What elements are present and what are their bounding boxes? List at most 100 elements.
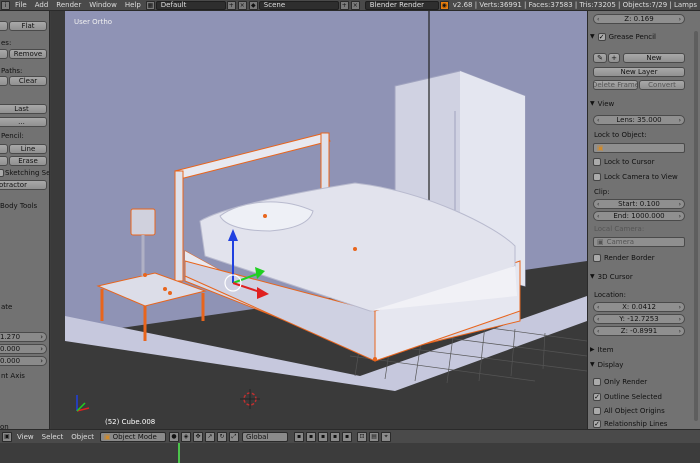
render-engine-select[interactable]: Blender Render — [364, 0, 439, 10]
body-tools-header: Body Tools — [0, 202, 38, 210]
screen-layout-select[interactable]: Default — [155, 0, 226, 10]
new-layer-button[interactable]: New Layer — [593, 67, 685, 77]
all-object-origins-checkbox[interactable] — [593, 407, 601, 415]
repeat-last-button[interactable]: Last — [0, 104, 47, 114]
right-arrow-icon: › — [40, 357, 43, 365]
menu-add[interactable]: Add — [31, 1, 53, 9]
menu-window[interactable]: Window — [85, 1, 121, 9]
protractor-button[interactable]: otractor — [0, 180, 47, 190]
remove-button[interactable]: Remove — [9, 49, 47, 59]
headboard-post-right — [320, 132, 330, 194]
editor-type-icon[interactable]: ▣ — [2, 431, 12, 442]
3d-viewport[interactable]: User Ortho (52) Cube.008 — [65, 11, 587, 429]
local-camera-field[interactable]: ▣ Camera — [593, 237, 685, 247]
clip-end-field[interactable]: ‹ End: 1000.000 › — [593, 211, 685, 221]
remove-scene-icon[interactable]: × — [350, 0, 360, 10]
value-field-2[interactable]: 0.000 › — [0, 344, 47, 354]
layer-buttons-icon[interactable]: ▪ — [318, 431, 329, 442]
scene-select[interactable]: Scene — [258, 0, 339, 10]
collapse-triangle-icon: ▼ — [590, 33, 595, 40]
clear-button[interactable]: Clear — [9, 76, 47, 86]
sketching-checkbox[interactable] — [0, 169, 4, 177]
only-render-checkbox[interactable] — [593, 378, 601, 386]
history-button[interactable]: ... — [0, 117, 47, 127]
pivot-point-icon[interactable]: ◈ — [181, 431, 192, 442]
only-render-label: Only Render — [604, 378, 648, 386]
item-header[interactable]: ▶ Item — [590, 344, 685, 355]
render-border-checkbox[interactable] — [593, 254, 601, 262]
3d-view-header: ▣ View Select Object ▣ Object Mode ● ◈ ✥ … — [0, 429, 700, 443]
collapse-triangle-icon: ▼ — [590, 273, 595, 280]
lock-icon[interactable]: ⊡ — [357, 431, 368, 442]
path-button[interactable] — [0, 76, 8, 86]
menu-file[interactable]: File — [11, 1, 31, 9]
clip-start-field[interactable]: ‹ Start: 0.100 › — [593, 199, 685, 209]
z-location-field[interactable]: ‹ Z: 0.169 › — [593, 14, 685, 24]
viewport-shading-icon[interactable]: ● — [169, 431, 180, 442]
current-frame-marker[interactable] — [178, 443, 180, 463]
menu-object[interactable]: Object — [67, 433, 98, 441]
timeline-strip[interactable] — [0, 443, 700, 463]
camera-icon: ▣ — [597, 238, 604, 246]
pencil-datablock-icon[interactable]: ✎ — [593, 53, 607, 63]
layer-buttons-icon[interactable]: ▪ — [342, 431, 353, 442]
snap-icon[interactable]: ⌖ — [381, 431, 392, 442]
scene-icon[interactable]: ◆ — [248, 0, 258, 10]
menu-render[interactable]: Render — [52, 1, 85, 9]
remove-screen-icon[interactable]: × — [237, 0, 247, 10]
layer-buttons-icon[interactable]: ▪ — [306, 431, 317, 442]
scene-stats: v2.68 | Verts:36991 | Faces:37583 | Tris… — [452, 1, 698, 9]
layer-buttons-icon[interactable]: ▪ — [294, 431, 305, 442]
right-arrow-icon: › — [678, 327, 681, 335]
new-grease-pencil-button[interactable]: New — [623, 53, 685, 63]
orientation-select[interactable]: Global — [242, 431, 289, 442]
grease-pencil-header[interactable]: ▼ ✓ Grease Pencil — [590, 31, 685, 42]
render-preview-icon[interactable]: ▤ — [369, 431, 380, 442]
rotate-manipulator-icon[interactable]: ↻ — [217, 431, 228, 442]
value-field-3[interactable]: 0.000 › — [0, 356, 47, 366]
screen-layout-icon[interactable]: ▦ — [145, 0, 155, 10]
draw-button[interactable] — [0, 144, 8, 154]
shade-smooth-button[interactable] — [0, 21, 8, 31]
layer-buttons-icon[interactable]: ▪ — [330, 431, 341, 442]
scale-manipulator-icon[interactable]: ⤢ — [229, 431, 240, 442]
translate-manipulator-icon[interactable]: ↗ — [205, 431, 216, 442]
mode-select[interactable]: ▣ Object Mode — [100, 431, 167, 442]
lock-to-cursor-checkbox[interactable] — [593, 158, 601, 166]
manipulator-toggle-icon[interactable]: ✥ — [193, 431, 204, 442]
cursor-x-field[interactable]: ‹ X: 0.0412 › — [593, 302, 685, 312]
grease-pencil-checkbox[interactable]: ✓ — [597, 32, 606, 41]
cursor-y-field[interactable]: ‹ Y: -12.7253 › — [593, 314, 685, 324]
lock-object-field[interactable]: ▣ — [593, 143, 685, 153]
lens-field[interactable]: ‹ Lens: 35.000 › — [593, 115, 685, 125]
erase-button[interactable]: Erase — [9, 156, 47, 166]
add-datablock-icon[interactable]: + — [608, 53, 620, 63]
menu-view[interactable]: View — [13, 433, 38, 441]
add-scene-icon[interactable]: + — [339, 0, 349, 10]
menu-help[interactable]: Help — [121, 1, 145, 9]
cube-icon: ▣ — [597, 144, 604, 152]
add-screen-icon[interactable]: + — [226, 0, 236, 10]
menu-select[interactable]: Select — [38, 433, 68, 441]
relationship-lines-checkbox[interactable]: ✓ — [593, 420, 601, 428]
shade-flat-button[interactable]: Flat — [9, 21, 47, 31]
outline-selected-checkbox[interactable]: ✓ — [593, 393, 601, 401]
tool-shelf: Flat es: Remove Paths: Clear Last ... Pe… — [0, 11, 50, 429]
poly-button[interactable] — [0, 156, 8, 166]
delete-frame-button[interactable]: Delete Frame — [593, 80, 638, 90]
pencil-label: Pencil: — [1, 132, 24, 140]
lamp-shade — [130, 208, 156, 236]
cursor-z-field[interactable]: ‹ Z: -0.8991 › — [593, 326, 685, 336]
lock-camera-checkbox[interactable] — [593, 173, 601, 181]
display-header[interactable]: ▼ Display — [590, 359, 685, 370]
3d-cursor-header[interactable]: ▼ 3D Cursor — [590, 271, 685, 282]
value-field-1[interactable]: 1.270 › — [0, 332, 47, 342]
right-arrow-icon: › — [678, 116, 681, 124]
right-arrow-icon: › — [678, 315, 681, 323]
editor-type-icon[interactable]: i — [1, 0, 10, 10]
properties-scrollbar[interactable] — [694, 31, 698, 421]
add-history-button[interactable] — [0, 49, 8, 59]
convert-button[interactable]: Convert — [639, 80, 685, 90]
line-button[interactable]: Line — [9, 144, 47, 154]
view-header[interactable]: ▼ View — [590, 98, 685, 109]
